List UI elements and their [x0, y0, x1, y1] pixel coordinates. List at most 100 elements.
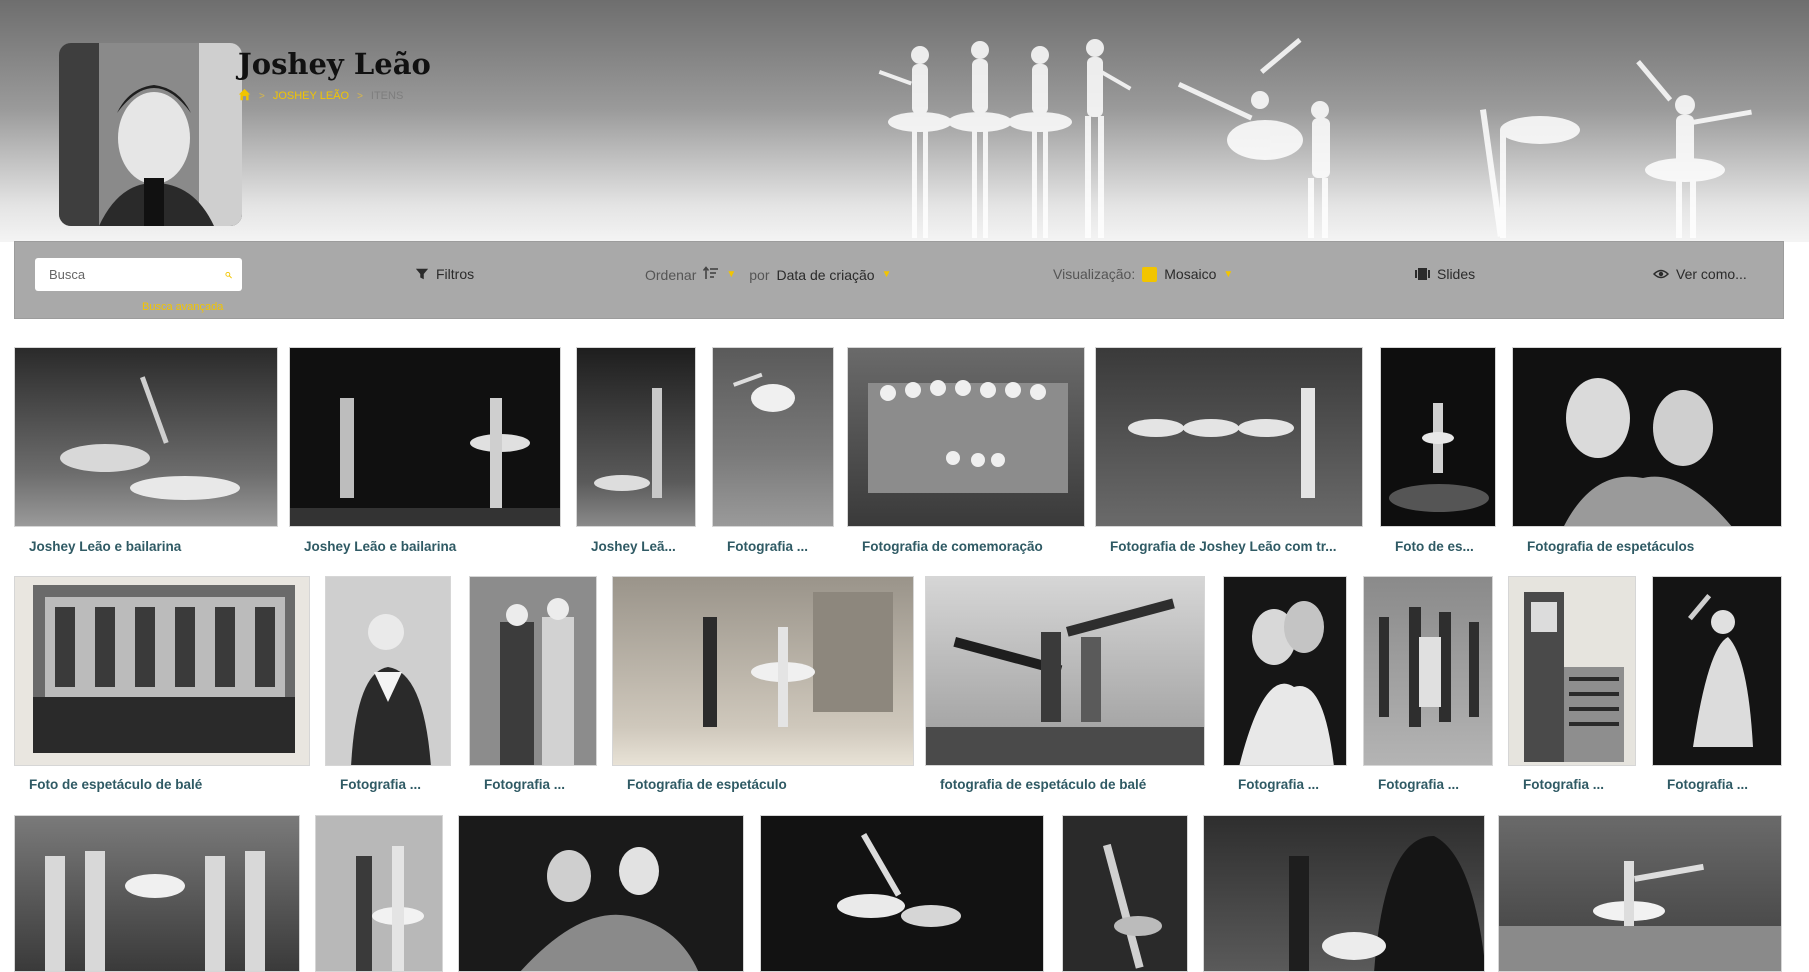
item-card[interactable] [1062, 815, 1188, 972]
item-card[interactable]: Fotografia ... [469, 576, 597, 796]
view-as-label: Ver como... [1676, 266, 1747, 282]
banner-dancer [1008, 46, 1072, 238]
view-mode-label: Visualização: [1053, 266, 1136, 282]
item-card[interactable]: fotografia de espetáculo de balé [925, 576, 1205, 796]
banner-dancer [1480, 109, 1580, 238]
item-thumbnail[interactable] [1512, 347, 1782, 527]
item-card[interactable] [760, 815, 1044, 972]
banner-dancer [1636, 59, 1752, 238]
item-thumbnail[interactable] [925, 576, 1205, 766]
items-toolbar: Busca avançada Filtros Ordenar ▼ por Dat… [14, 241, 1784, 319]
sort-control: Ordenar ▼ por Data de criação ▼ [645, 266, 891, 283]
item-thumbnail[interactable] [612, 576, 914, 766]
item-thumbnail[interactable] [1062, 815, 1188, 972]
item-title[interactable]: Fotografia de espetáculo [627, 777, 787, 792]
item-thumbnail[interactable] [458, 815, 744, 972]
item-thumbnail[interactable] [325, 576, 451, 766]
item-card[interactable]: Fotografia ... [1652, 576, 1782, 796]
banner-dancer [1308, 101, 1330, 238]
item-title[interactable]: Foto de es... [1395, 539, 1474, 554]
item-card[interactable]: Fotografia ... [1223, 576, 1347, 796]
item-card[interactable]: Fotografia de comemoração [847, 347, 1085, 562]
slides-label: Slides [1437, 266, 1476, 282]
item-card[interactable] [1498, 815, 1782, 972]
item-thumbnail[interactable] [576, 347, 696, 527]
banner-dancer [878, 46, 952, 238]
item-thumbnail[interactable] [1498, 815, 1782, 972]
item-card[interactable]: Joshey Leão e bailarina [289, 347, 561, 562]
chevron-right-icon: > [357, 90, 363, 102]
home-icon[interactable] [238, 88, 251, 104]
sort-label: Ordenar [645, 266, 697, 283]
chevron-down-icon[interactable]: ▼ [726, 269, 736, 280]
item-card[interactable]: Fotografia ... [1363, 576, 1493, 796]
item-title[interactable]: Fotografia ... [1667, 777, 1748, 792]
item-thumbnail[interactable] [289, 347, 561, 527]
chevron-down-icon[interactable]: ▼ [882, 269, 892, 280]
breadcrumb: > Joshey Leão > Itens [238, 88, 403, 104]
item-thumbnail[interactable] [847, 347, 1085, 527]
item-card[interactable] [315, 815, 443, 972]
item-title[interactable]: Fotografia ... [1378, 777, 1459, 792]
view-as-button[interactable]: Ver como... [1653, 266, 1747, 282]
item-thumbnail[interactable] [1508, 576, 1636, 766]
item-card[interactable]: Foto de espetáculo de balé [14, 576, 310, 796]
chevron-right-icon: > [259, 90, 265, 102]
page-title: Joshey Leão [238, 47, 431, 81]
sort-order-icon [703, 266, 719, 279]
chevron-down-icon[interactable]: ▼ [1223, 269, 1233, 280]
collection-avatar [59, 43, 242, 226]
item-card[interactable]: Fotografia de espetáculo [612, 576, 914, 796]
item-card[interactable]: Foto de es... [1380, 347, 1496, 562]
item-thumbnail[interactable] [14, 815, 300, 972]
item-thumbnail[interactable] [1363, 576, 1493, 766]
item-card[interactable]: Fotografia de Joshey Leão com tr... [1095, 347, 1363, 562]
item-card[interactable]: Fotografia de espetáculos [1512, 347, 1782, 562]
sort-direction-button[interactable] [703, 266, 719, 283]
item-card[interactable] [1203, 815, 1485, 972]
breadcrumb-collection-link[interactable]: Joshey Leão [273, 90, 349, 102]
item-card[interactable]: Joshey Leão e bailarina [14, 347, 278, 562]
item-card[interactable] [458, 815, 744, 972]
item-title[interactable]: Fotografia ... [484, 777, 565, 792]
item-card[interactable]: Fotografia ... [325, 576, 451, 796]
item-thumbnail[interactable] [760, 815, 1044, 972]
slides-button[interactable]: Slides [1415, 266, 1475, 282]
view-mode-select[interactable]: Mosaico [1164, 266, 1216, 282]
item-title[interactable]: Fotografia de comemoração [862, 539, 1043, 554]
item-title[interactable]: Fotografia ... [340, 777, 421, 792]
search-input[interactable] [49, 267, 225, 282]
advanced-search-link[interactable]: Busca avançada [142, 301, 223, 313]
item-title[interactable]: Foto de espetáculo de balé [29, 777, 202, 792]
item-card[interactable]: Fotografia ... [1508, 576, 1636, 796]
item-title[interactable]: Fotografia ... [727, 539, 808, 554]
view-mode-control: Visualização: Mosaico ▼ [1053, 266, 1233, 282]
item-card[interactable] [14, 815, 300, 972]
item-thumbnail[interactable] [14, 347, 278, 527]
item-card[interactable]: Fotografia ... [712, 347, 834, 562]
item-title[interactable]: Joshey Leão e bailarina [29, 539, 181, 554]
item-title[interactable]: Joshey Leã... [591, 539, 676, 554]
portrait-image [59, 43, 242, 226]
item-thumbnail[interactable] [315, 815, 443, 972]
item-thumbnail[interactable] [1203, 815, 1485, 972]
item-thumbnail[interactable] [1095, 347, 1363, 527]
item-thumbnail[interactable] [14, 576, 310, 766]
item-card[interactable]: Joshey Leã... [576, 347, 696, 562]
item-thumbnail[interactable] [469, 576, 597, 766]
item-thumbnail[interactable] [1652, 576, 1782, 766]
item-title[interactable]: Fotografia ... [1523, 777, 1604, 792]
search-icon[interactable] [225, 267, 232, 283]
item-title[interactable]: Fotografia de espetáculos [1527, 539, 1694, 554]
collection-header: Joshey Leão > Joshey Leão > Itens [0, 0, 1809, 242]
filter-icon [415, 268, 429, 280]
item-title[interactable]: Fotografia ... [1238, 777, 1319, 792]
filters-button[interactable]: Filtros [415, 266, 474, 282]
item-title[interactable]: fotografia de espetáculo de balé [940, 777, 1146, 792]
item-title[interactable]: Fotografia de Joshey Leão com tr... [1110, 539, 1337, 554]
item-title[interactable]: Joshey Leão e bailarina [304, 539, 456, 554]
item-thumbnail[interactable] [1380, 347, 1496, 527]
item-thumbnail[interactable] [712, 347, 834, 527]
item-thumbnail[interactable] [1223, 576, 1347, 766]
sort-field-select[interactable]: Data de criação [777, 267, 875, 283]
